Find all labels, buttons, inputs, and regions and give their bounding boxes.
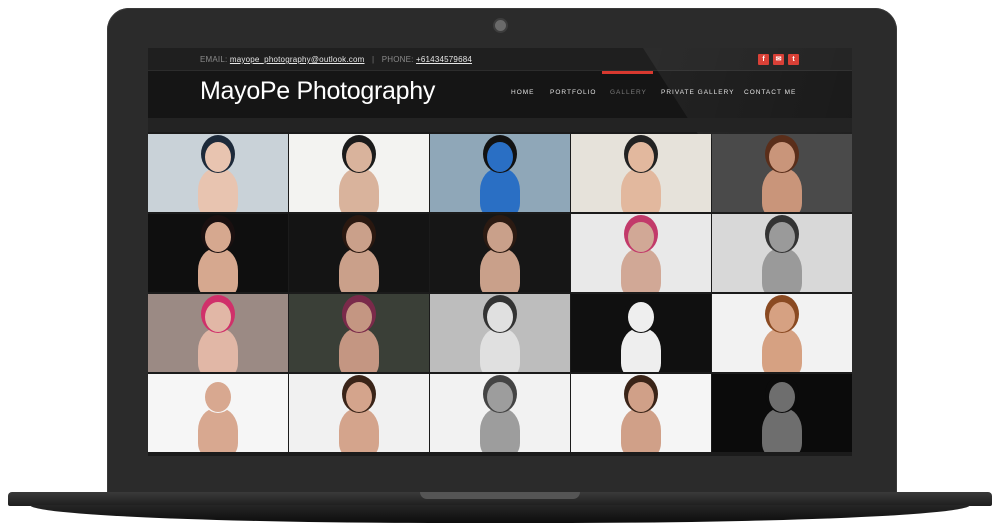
gallery-photo-black-dress-white-1[interactable]: [148, 374, 288, 452]
photo-subject-head: [487, 142, 513, 172]
gallery-photo-tree-bw-nude[interactable]: [712, 214, 852, 292]
photo-subject: [339, 328, 379, 372]
nav-home[interactable]: HOME: [511, 89, 535, 96]
photo-subject: [762, 408, 802, 452]
photo-subject-head: [628, 302, 654, 332]
gallery-photo-blue-sarong-closeup[interactable]: [430, 134, 570, 212]
gallery-photo-dark-studio-portrait-1[interactable]: [289, 214, 429, 292]
photo-subject: [339, 168, 379, 212]
photo-subject-head: [628, 222, 654, 252]
photo-subject-head: [346, 142, 372, 172]
photo-subject: [621, 168, 661, 212]
photo-subject-head: [205, 142, 231, 172]
gallery-photo-black-dress-white-2[interactable]: [571, 374, 711, 452]
photo-gallery-grid: [148, 134, 852, 454]
photo-subject-head: [205, 302, 231, 332]
nav-portfolio[interactable]: PORTFOLIO: [550, 89, 596, 96]
photo-subject-head: [769, 222, 795, 252]
photo-subject: [621, 328, 661, 372]
photo-subject-head: [487, 222, 513, 252]
photo-subject-head: [346, 222, 372, 252]
photo-subject-head: [628, 382, 654, 412]
photo-subject: [480, 168, 520, 212]
gallery-photo-dark-studio-laughing[interactable]: [148, 214, 288, 292]
gallery-photo-tattoo-forest-sitting[interactable]: [289, 294, 429, 372]
gallery-photo-white-backdrop-pose[interactable]: [712, 294, 852, 372]
photo-subject-head: [346, 302, 372, 332]
gallery-photo-beach-lying-rainbow[interactable]: [571, 134, 711, 212]
photo-subject: [762, 168, 802, 212]
photo-subject: [480, 408, 520, 452]
nav-private-gallery[interactable]: PRIVATE GALLERY: [661, 89, 735, 96]
nav-contact-me[interactable]: CONTACT ME: [744, 89, 796, 96]
photo-subject-head: [346, 382, 372, 412]
gallery-photo-white-fabric-dark[interactable]: [571, 294, 711, 372]
website-screen: EMAIL: mayope_photography@outlook.com | …: [148, 48, 852, 456]
photo-subject: [621, 248, 661, 292]
photo-subject: [198, 408, 238, 452]
photo-subject: [480, 248, 520, 292]
photo-subject: [480, 328, 520, 372]
contact-info: EMAIL: mayope_photography@outlook.com | …: [200, 55, 472, 64]
photo-subject-head: [205, 222, 231, 252]
email-label: EMAIL:: [200, 55, 228, 64]
photo-subject: [621, 408, 661, 452]
photo-subject: [339, 408, 379, 452]
photo-subject: [762, 328, 802, 372]
email-link[interactable]: mayope_photography@outlook.com: [230, 55, 365, 64]
laptop-base-shadow: [30, 505, 970, 523]
contact-separator: |: [371, 55, 375, 64]
photo-subject-head: [487, 302, 513, 332]
laptop-notch: [420, 492, 580, 499]
gallery-photo-silhouette-dark[interactable]: [712, 374, 852, 452]
gallery-photo-fence-outdoor-bw[interactable]: [571, 214, 711, 292]
photo-subject: [198, 248, 238, 292]
gallery-photo-black-dress-portrait[interactable]: [289, 374, 429, 452]
photo-subject-head: [205, 382, 231, 412]
phone-link[interactable]: +61434579684: [416, 55, 472, 64]
photo-subject: [198, 168, 238, 212]
site-logo[interactable]: MayoPe Photography: [200, 77, 435, 106]
photo-subject-head: [628, 142, 654, 172]
photo-subject-head: [487, 382, 513, 412]
active-nav-indicator: [602, 71, 653, 74]
photo-subject: [762, 248, 802, 292]
gallery-photo-blue-swimsuit-studio[interactable]: [712, 134, 852, 212]
gallery-photo-beach-reclining-rainbow[interactable]: [148, 134, 288, 212]
nav-gallery[interactable]: GALLERY: [610, 89, 647, 96]
webcam-icon: [493, 18, 508, 33]
gallery-photo-beach-rainbow-sarong[interactable]: [289, 134, 429, 212]
gallery-photo-dark-studio-portrait-2[interactable]: [430, 214, 570, 292]
photo-subject: [198, 328, 238, 372]
gallery-photo-pink-hair-tattoo[interactable]: [148, 294, 288, 372]
photo-subject-head: [769, 142, 795, 172]
gallery-photo-bw-covered-pose[interactable]: [430, 374, 570, 452]
photo-subject: [339, 248, 379, 292]
gallery-photo-birch-forest-bw[interactable]: [430, 294, 570, 372]
phone-label: PHONE:: [381, 55, 414, 64]
photo-subject-head: [769, 382, 795, 412]
photo-subject-head: [769, 302, 795, 332]
header-underbar: [148, 118, 852, 132]
